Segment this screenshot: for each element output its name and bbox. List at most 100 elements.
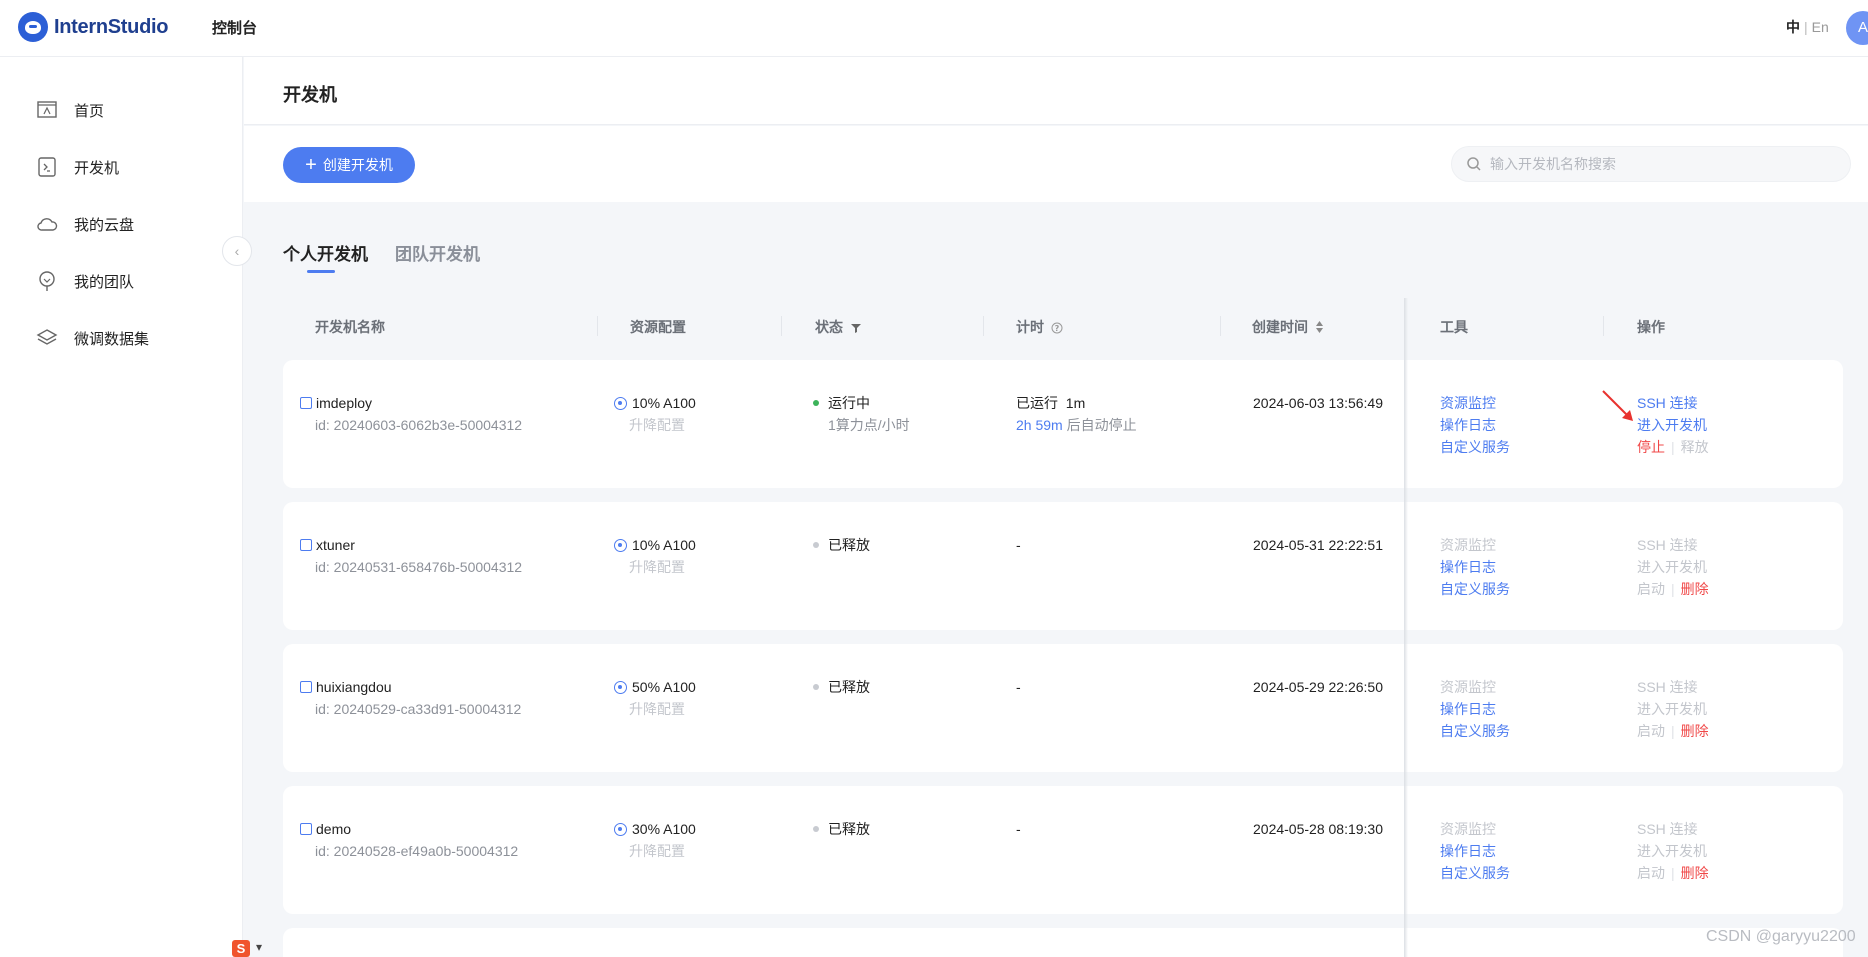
eye-icon xyxy=(614,397,627,410)
op-separator: | xyxy=(1671,581,1675,597)
ssh-connect-link[interactable]: SSH 连接 xyxy=(1637,679,1698,695)
resource-cell: 10% A100 升降配置 xyxy=(614,392,696,436)
column-header-created-label: 创建时间 xyxy=(1252,319,1308,335)
sidebar-item-team[interactable]: 我的团队 xyxy=(36,269,134,293)
created-time: 2024-05-31 22:22:51 xyxy=(1253,537,1383,553)
enter-devmachine-link[interactable]: 进入开发机 xyxy=(1637,417,1707,433)
tab-team[interactable]: 团队开发机 xyxy=(395,240,480,265)
stop-link[interactable]: 停止 xyxy=(1637,439,1665,455)
logo[interactable]: InternStudio xyxy=(18,12,168,42)
tools-cell: 资源监控 操作日志 自定义服务 xyxy=(1440,818,1510,884)
resource-monitor-link[interactable]: 资源监控 xyxy=(1440,537,1496,553)
ops-cell: SSH 连接 进入开发机 启动 | 删除 xyxy=(1637,818,1709,884)
start-link[interactable]: 启动 xyxy=(1637,865,1665,881)
created-time: 2024-05-28 08:19:30 xyxy=(1253,821,1383,837)
operation-log-link[interactable]: 操作日志 xyxy=(1440,417,1496,433)
timer-value: - xyxy=(1016,821,1021,837)
release-link[interactable]: 释放 xyxy=(1681,439,1709,455)
status-cell: 已释放 xyxy=(813,534,870,556)
search-input[interactable] xyxy=(1490,156,1820,172)
sidebar-item-cloud-drive[interactable]: 我的云盘 xyxy=(36,212,134,236)
start-link[interactable]: 启动 xyxy=(1637,723,1665,739)
search-box[interactable] xyxy=(1451,146,1851,182)
custom-service-link[interactable]: 自定义服务 xyxy=(1440,581,1510,597)
devmachine-name: xtuner xyxy=(316,537,355,553)
resize-link[interactable]: 升降配置 xyxy=(629,417,685,433)
sidebar-item-label: 开发机 xyxy=(74,159,120,177)
ssh-connect-link[interactable]: SSH 连接 xyxy=(1637,821,1698,837)
enter-devmachine-link[interactable]: 进入开发机 xyxy=(1637,701,1707,717)
edit-icon[interactable] xyxy=(300,539,312,551)
tab-personal[interactable]: 个人开发机 xyxy=(283,240,368,265)
delete-link[interactable]: 删除 xyxy=(1681,723,1709,739)
column-divider xyxy=(1220,316,1221,336)
resource-value: 50% A100 xyxy=(632,679,696,695)
ssh-connect-link[interactable]: SSH 连接 xyxy=(1637,395,1698,411)
ssh-connect-link[interactable]: SSH 连接 xyxy=(1637,537,1698,553)
start-link[interactable]: 启动 xyxy=(1637,581,1665,597)
chevron-down-icon[interactable]: ▾ xyxy=(256,940,262,954)
create-devmachine-button[interactable]: + 创建开发机 xyxy=(283,147,415,183)
brand-name: InternStudio xyxy=(54,15,169,38)
enter-devmachine-link[interactable]: 进入开发机 xyxy=(1637,559,1707,575)
avatar[interactable]: A xyxy=(1846,11,1868,45)
sidebar-item-datasets[interactable]: 微调数据集 xyxy=(36,326,149,350)
logo-mark-icon xyxy=(18,12,48,42)
home-icon xyxy=(37,101,57,118)
created-time: 2024-05-29 22:26:50 xyxy=(1253,679,1383,695)
help-icon[interactable]: ? xyxy=(1051,322,1063,334)
resource-value: 10% A100 xyxy=(632,395,696,411)
edit-icon[interactable] xyxy=(300,681,312,693)
column-header-timer: 计时 ? xyxy=(1016,317,1063,337)
column-header-created[interactable]: 创建时间 xyxy=(1252,317,1324,337)
cloud-icon xyxy=(37,218,58,231)
operation-log-link[interactable]: 操作日志 xyxy=(1440,701,1496,717)
ops-cell: SSH 连接 进入开发机 启动 | 删除 xyxy=(1637,676,1709,742)
toolbar: + 创建开发机 xyxy=(244,126,1868,202)
table-row xyxy=(283,928,1843,957)
column-divider xyxy=(1603,316,1604,336)
status-label: 已释放 xyxy=(828,679,870,695)
resource-monitor-link[interactable]: 资源监控 xyxy=(1440,821,1496,837)
table-row: xtuner id: 20240531-658476b-50004312 10%… xyxy=(283,502,1843,630)
timer-value: - xyxy=(1016,679,1021,695)
custom-service-link[interactable]: 自定义服务 xyxy=(1440,865,1510,881)
devmachine-name: huixiangdou xyxy=(316,679,392,695)
op-separator: | xyxy=(1671,865,1675,881)
edit-icon[interactable] xyxy=(300,397,312,409)
sidebar-collapse-button[interactable]: ‹ xyxy=(222,236,252,266)
csdn-badge-icon[interactable]: S xyxy=(232,940,250,957)
operation-log-link[interactable]: 操作日志 xyxy=(1440,559,1496,575)
console-link[interactable]: 控制台 xyxy=(212,17,257,38)
column-divider xyxy=(983,316,984,336)
enter-devmachine-link[interactable]: 进入开发机 xyxy=(1637,843,1707,859)
plus-icon: + xyxy=(305,154,317,176)
delete-link[interactable]: 删除 xyxy=(1681,865,1709,881)
devmachine-name-cell: demo id: 20240528-ef49a0b-50004312 xyxy=(300,818,518,862)
edit-icon[interactable] xyxy=(300,823,312,835)
language-switch[interactable]: 中 | En xyxy=(1786,17,1829,37)
resource-monitor-link[interactable]: 资源监控 xyxy=(1440,679,1496,695)
status-label: 运行中 xyxy=(828,395,870,411)
resize-link[interactable]: 升降配置 xyxy=(629,843,685,859)
delete-link[interactable]: 删除 xyxy=(1681,581,1709,597)
column-header-status[interactable]: 状态 xyxy=(815,317,861,337)
devmachine-name: imdeploy xyxy=(316,395,373,411)
resize-link[interactable]: 升降配置 xyxy=(629,701,685,717)
timer-tail: 后自动停止 xyxy=(1062,417,1137,433)
operation-log-link[interactable]: 操作日志 xyxy=(1440,843,1496,859)
sidebar-item-home[interactable]: 首页 xyxy=(36,98,104,122)
lang-en[interactable]: En xyxy=(1812,19,1829,35)
resize-link[interactable]: 升降配置 xyxy=(629,559,685,575)
resource-monitor-link[interactable]: 资源监控 xyxy=(1440,395,1496,411)
custom-service-link[interactable]: 自定义服务 xyxy=(1440,439,1510,455)
lang-zh[interactable]: 中 xyxy=(1786,19,1800,35)
sort-icon[interactable] xyxy=(1315,321,1324,333)
status-label: 已释放 xyxy=(828,821,870,837)
custom-service-link[interactable]: 自定义服务 xyxy=(1440,723,1510,739)
eye-icon xyxy=(614,681,627,694)
devmachine-name-cell: xtuner id: 20240531-658476b-50004312 xyxy=(300,534,522,578)
search-icon xyxy=(1467,157,1481,171)
filter-icon[interactable] xyxy=(850,323,861,333)
sidebar-item-devmachine[interactable]: 开发机 xyxy=(36,155,119,179)
